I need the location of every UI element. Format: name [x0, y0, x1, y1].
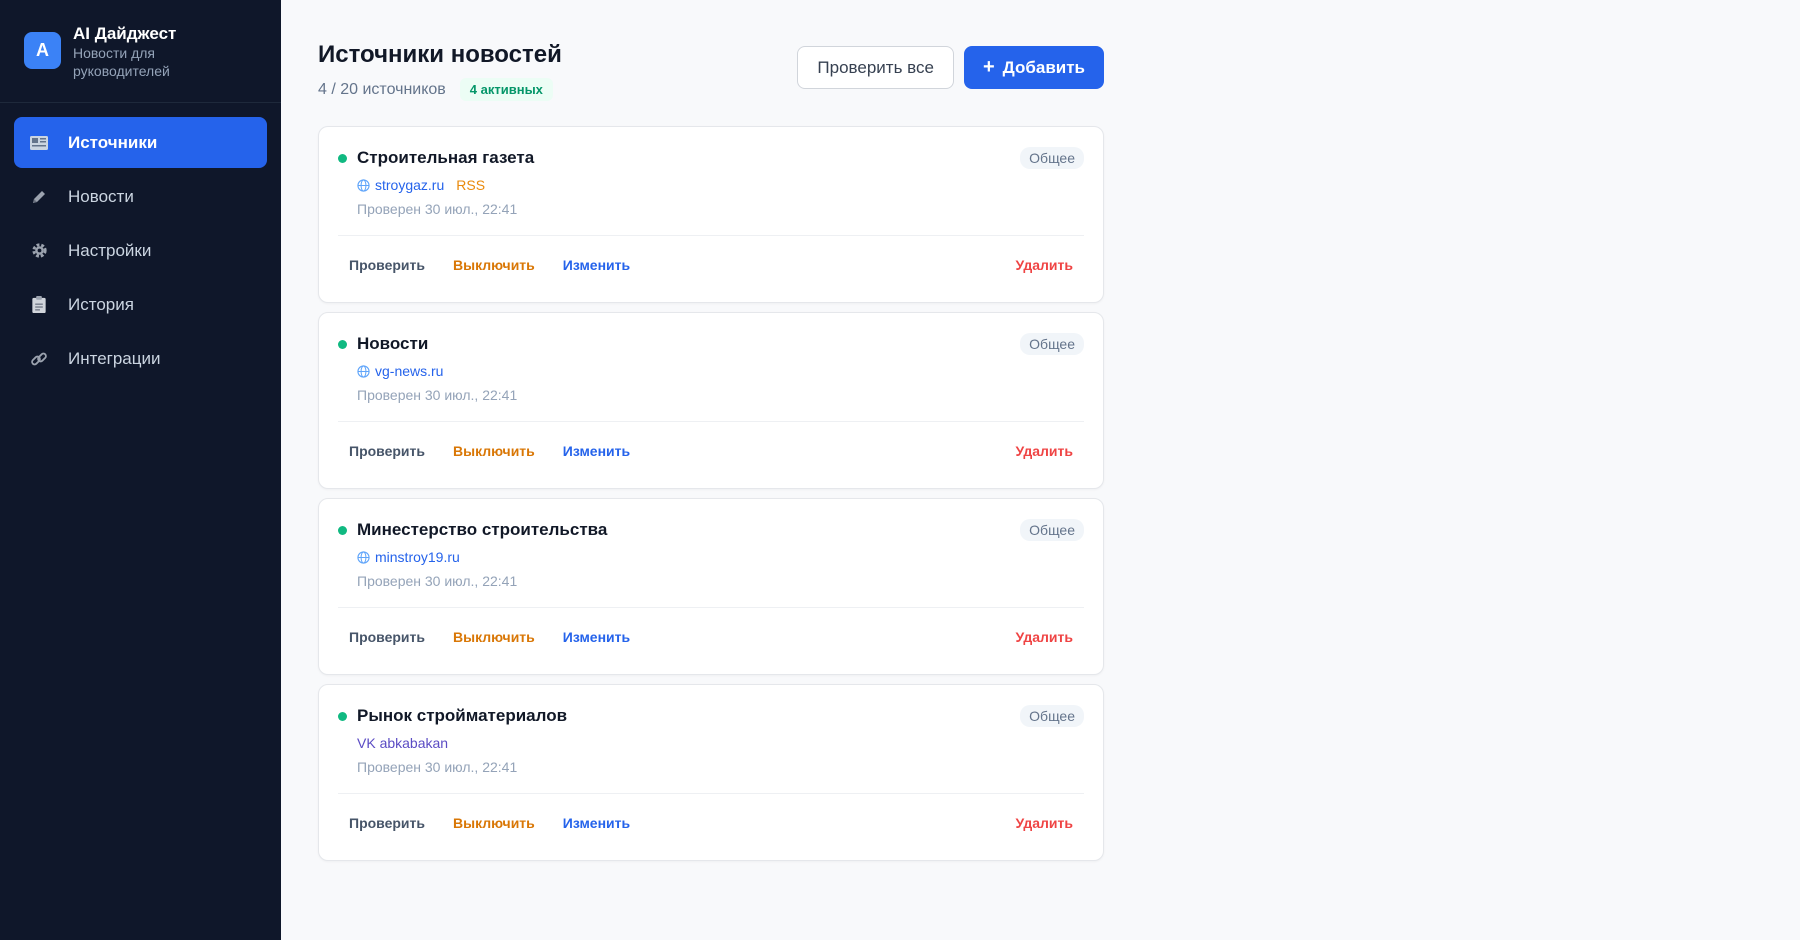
globe-icon [357, 178, 370, 192]
main-content: Источники новостей 4 / 20 источников 4 а… [281, 0, 1800, 940]
brand: A AI Дайджест Новости для руководителей [0, 0, 281, 103]
check-button[interactable]: Проверить [349, 815, 425, 831]
source-card: Рынок стройматериалов Общее VK abkabakan… [318, 684, 1104, 861]
source-name: Рынок стройматериалов [357, 706, 568, 725]
source-link[interactable]: vg-news.ru [375, 363, 443, 379]
sidebar-nav: Источники Новости Настройки История Инте… [0, 103, 281, 384]
divider [338, 607, 1084, 608]
checked-time: Проверен 30 июл., 22:41 [357, 387, 518, 403]
sources-list: Строительная газета Общее stroygaz.ru RS… [318, 126, 1104, 870]
divider [338, 421, 1084, 422]
status-dot [338, 339, 347, 349]
brand-title: AI Дайджест [73, 24, 177, 43]
disable-button[interactable]: Выключить [453, 257, 535, 273]
sidebar-item-label: Источники [68, 132, 158, 152]
source-type-badge: RSS [456, 177, 486, 193]
status-dot [338, 711, 347, 721]
divider [338, 793, 1084, 794]
gear-icon [28, 240, 50, 262]
sidebar-item-integrations[interactable]: Интеграции [14, 333, 267, 384]
checked-time: Проверен 30 июл., 22:41 [357, 573, 518, 589]
category-badge: Общее [1020, 333, 1084, 355]
sources-count: 4 / 20 источников [318, 80, 446, 98]
page-header: Источники новостей 4 / 20 источников 4 а… [318, 40, 1104, 101]
edit-button[interactable]: Изменить [563, 815, 630, 831]
delete-button[interactable]: Удалить [1016, 443, 1073, 459]
globe-icon [357, 364, 370, 378]
sidebar: A AI Дайджест Новости для руководителей … [0, 0, 281, 940]
checked-time: Проверен 30 июл., 22:41 [357, 201, 518, 217]
divider [338, 235, 1084, 236]
newspaper-icon [28, 132, 50, 154]
check-button[interactable]: Проверить [349, 257, 425, 273]
source-card: Строительная газета Общее stroygaz.ru RS… [318, 126, 1104, 303]
sidebar-item-label: История [68, 294, 134, 314]
source-link[interactable]: minstroy19.ru [375, 549, 460, 565]
edit-button[interactable]: Изменить [563, 629, 630, 645]
source-link[interactable]: VK abkabakan [357, 735, 448, 751]
source-name: Минестерство строительства [357, 520, 608, 539]
plus-icon: + [982, 56, 995, 78]
edit-button[interactable]: Изменить [563, 443, 630, 459]
disable-button[interactable]: Выключить [453, 629, 535, 645]
category-badge: Общее [1020, 705, 1084, 727]
sidebar-item-history[interactable]: История [14, 279, 267, 330]
source-link[interactable]: stroygaz.ru [375, 177, 444, 193]
sidebar-item-news[interactable]: Новости [14, 171, 267, 222]
check-button[interactable]: Проверить [349, 443, 425, 459]
delete-button[interactable]: Удалить [1016, 257, 1073, 273]
link-icon [28, 348, 50, 370]
brand-subtitle: Новости для руководителей [73, 45, 170, 79]
add-source-button[interactable]: + Добавить [963, 46, 1104, 89]
status-dot [338, 525, 347, 535]
brand-logo: A [24, 32, 61, 69]
check-all-button[interactable]: Проверить все [797, 46, 954, 89]
category-badge: Общее [1020, 519, 1084, 541]
active-badge: 4 активных [459, 78, 553, 101]
sidebar-item-label: Настройки [68, 240, 152, 260]
sidebar-item-label: Новости [68, 186, 134, 206]
sidebar-item-label: Интеграции [68, 348, 161, 368]
sidebar-item-sources[interactable]: Источники [14, 117, 267, 168]
source-name: Новости [357, 334, 429, 353]
check-button[interactable]: Проверить [349, 629, 425, 645]
delete-button[interactable]: Удалить [1016, 815, 1073, 831]
clipboard-icon [28, 294, 50, 316]
sidebar-item-settings[interactable]: Настройки [14, 225, 267, 276]
category-badge: Общее [1020, 147, 1084, 169]
pen-icon [28, 186, 50, 208]
source-card: Новости Общее vg-news.ru Проверен 30 июл… [318, 312, 1104, 489]
source-name: Строительная газета [357, 148, 535, 167]
edit-button[interactable]: Изменить [563, 257, 630, 273]
delete-button[interactable]: Удалить [1016, 629, 1073, 645]
status-dot [338, 153, 347, 163]
disable-button[interactable]: Выключить [453, 443, 535, 459]
add-label: Добавить [1002, 57, 1085, 77]
globe-icon [357, 550, 370, 564]
checked-time: Проверен 30 июл., 22:41 [357, 759, 518, 775]
disable-button[interactable]: Выключить [453, 815, 535, 831]
source-card: Минестерство строительства Общее minstro… [318, 498, 1104, 675]
